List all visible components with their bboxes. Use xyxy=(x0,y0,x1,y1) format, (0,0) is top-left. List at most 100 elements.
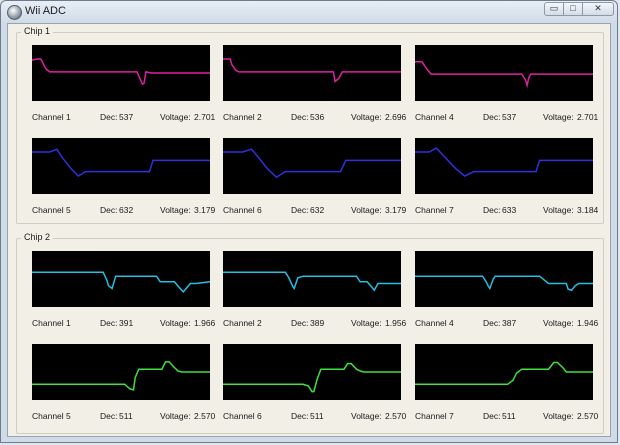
chip2-ch1-dec-label: Dec: xyxy=(100,318,118,328)
chip2-ch2-trace-line xyxy=(223,271,401,292)
chip2-ch5-trace-line xyxy=(223,362,401,393)
chip2-ch3-voltage-label: Voltage: xyxy=(543,318,574,328)
chip2-ch2-dec-label: Dec: xyxy=(291,318,309,328)
chip1-ch6-dec-value: 633 xyxy=(502,205,517,215)
chip1-ch6-trace-svg xyxy=(415,147,593,177)
chip2-ch5-voltage-value: 2.570 xyxy=(385,411,407,421)
chip2-ch6-dec-label: Dec: xyxy=(483,411,501,421)
chip1-ch5-voltage-label: Voltage: xyxy=(351,205,382,215)
chip2-ch5-voltage-label: Voltage: xyxy=(351,411,382,421)
chip2-ch1-voltage-label: Voltage: xyxy=(160,318,191,328)
title-bar[interactable]: Wii ADC ▭ □ ✕ xyxy=(1,1,617,23)
chip2-ch6-trace-svg xyxy=(415,361,593,386)
chip2-ch1-trace-line xyxy=(32,271,210,294)
chip1-ch2-label: Channel 2 xyxy=(223,112,262,122)
chip1-ch5-trace-line xyxy=(223,148,401,179)
chip1-ch4-scope xyxy=(32,138,210,194)
chip2-ch5-scope xyxy=(223,344,401,400)
chip2-ch2-dec-value: 389 xyxy=(310,318,325,328)
chip1-ch4-dec-value: 632 xyxy=(119,205,134,215)
chip1-group-label: Chip 1 xyxy=(21,26,54,36)
minimize-icon: ▭ xyxy=(549,3,559,13)
chip1-ch1-dec-value: 537 xyxy=(119,112,134,122)
chip1-ch2-voltage-label: Voltage: xyxy=(351,112,382,122)
chip1-ch6-scope xyxy=(415,138,593,194)
chip1-ch3-label: Channel 4 xyxy=(415,112,454,122)
chip2-ch2-scope xyxy=(223,251,401,307)
chip2-ch6-label: Channel 7 xyxy=(415,411,454,421)
client-area: Chip 1 Channel 1 Dec: 537 Voltage: 2.701 Chan… xyxy=(7,23,611,437)
chip1-ch1-voltage-value: 2.701 xyxy=(194,112,216,122)
chip1-ch1-voltage-label: Voltage: xyxy=(160,112,191,122)
chip2-ch3-trace-line xyxy=(415,275,593,292)
chip1-ch5-dec-label: Dec: xyxy=(291,205,309,215)
chip2-ch4-voltage-value: 2.570 xyxy=(194,411,216,421)
chip1-ch4-trace-svg xyxy=(32,148,210,178)
chip2-ch5-label: Channel 6 xyxy=(223,411,262,421)
chip2-ch6-scope xyxy=(415,344,593,400)
chip1-ch2-voltage-value: 2.696 xyxy=(385,112,407,122)
chip2-ch5-dec-label: Dec: xyxy=(291,411,309,421)
chip1-ch3-voltage-value: 2.701 xyxy=(577,112,599,122)
minimize-button[interactable]: ▭ xyxy=(544,2,564,16)
chip2-ch5-dec-value: 511 xyxy=(310,411,324,421)
chip2-ch1-scope xyxy=(32,251,210,307)
chip1-ch3-trace-line xyxy=(415,61,593,89)
chip1-ch4-voltage-value: 3.179 xyxy=(194,205,216,215)
chip2-ch6-trace-line xyxy=(415,361,593,386)
app-icon xyxy=(7,5,22,20)
chip1-ch2-dec-value: 536 xyxy=(310,112,325,122)
chip1-ch3-voltage-label: Voltage: xyxy=(543,112,574,122)
chip2-group: Chip 2 Channel 1 Dec: 391 Voltage: 1.966 Chan… xyxy=(16,232,604,434)
maximize-button[interactable]: □ xyxy=(563,2,583,16)
chip1-ch3-trace-svg xyxy=(415,61,593,89)
chip1-ch2-trace-svg xyxy=(223,58,401,83)
chip1-ch6-label: Channel 7 xyxy=(415,205,454,215)
chip2-ch4-dec-value: 511 xyxy=(119,411,133,421)
chip1-ch4-trace-line xyxy=(32,148,210,178)
chip1-ch5-dec-value: 632 xyxy=(310,205,325,215)
chip2-ch6-voltage-value: 2.570 xyxy=(577,411,599,421)
chip2-ch3-voltage-value: 1.946 xyxy=(577,318,599,328)
chip2-ch3-dec-label: Dec: xyxy=(483,318,501,328)
chip2-ch1-voltage-value: 1.966 xyxy=(194,318,216,328)
chip2-ch4-scope xyxy=(32,344,210,400)
chip2-ch2-label: Channel 2 xyxy=(223,318,262,328)
chip2-group-label: Chip 2 xyxy=(21,232,54,242)
chip1-ch3-dec-label: Dec: xyxy=(483,112,501,122)
chip1-ch6-trace-line xyxy=(415,147,593,177)
chip1-ch1-trace-svg xyxy=(32,58,210,86)
maximize-icon: □ xyxy=(570,3,576,13)
chip2-ch3-label: Channel 4 xyxy=(415,318,454,328)
chip2-ch1-dec-value: 391 xyxy=(119,318,134,328)
chip2-ch2-voltage-label: Voltage: xyxy=(351,318,382,328)
chip1-ch4-voltage-label: Voltage: xyxy=(160,205,191,215)
chip2-ch4-dec-label: Dec: xyxy=(100,411,118,421)
chip2-ch4-voltage-label: Voltage: xyxy=(160,411,191,421)
chip1-group: Chip 1 Channel 1 Dec: 537 Voltage: 2.701 Chan… xyxy=(16,26,604,224)
chip1-ch4-label: Channel 5 xyxy=(32,205,71,215)
chip2-ch4-label: Channel 5 xyxy=(32,411,71,421)
chip1-ch1-trace-line xyxy=(32,58,210,86)
chip1-ch4-dec-label: Dec: xyxy=(100,205,118,215)
chip2-ch3-scope xyxy=(415,251,593,307)
chip2-ch6-voltage-label: Voltage: xyxy=(543,411,574,421)
chip1-ch1-label: Channel 1 xyxy=(32,112,71,122)
chip2-ch1-trace-svg xyxy=(32,271,210,294)
chip1-ch1-dec-label: Dec: xyxy=(100,112,118,122)
chip2-ch6-dec-value: 511 xyxy=(502,411,516,421)
chip2-ch3-dec-value: 387 xyxy=(502,318,517,328)
chip1-ch6-voltage-value: 3.184 xyxy=(577,205,599,215)
close-button[interactable]: ✕ xyxy=(582,2,614,16)
app-window: Wii ADC ▭ □ ✕ Chip 1 Channel 1 Dec: 537 Vol… xyxy=(0,0,618,443)
close-icon: ✕ xyxy=(594,3,602,13)
chip1-ch2-trace-line xyxy=(223,58,401,83)
window-title: Wii ADC xyxy=(25,5,66,17)
chip1-ch2-scope xyxy=(223,45,401,101)
chip2-ch3-trace-svg xyxy=(415,275,593,292)
chip2-ch4-trace-svg xyxy=(32,361,210,391)
chip1-ch5-voltage-value: 3.179 xyxy=(385,205,407,215)
chip1-ch6-dec-label: Dec: xyxy=(483,205,501,215)
chip2-ch5-trace-svg xyxy=(223,362,401,393)
chip2-ch1-label: Channel 1 xyxy=(32,318,71,328)
